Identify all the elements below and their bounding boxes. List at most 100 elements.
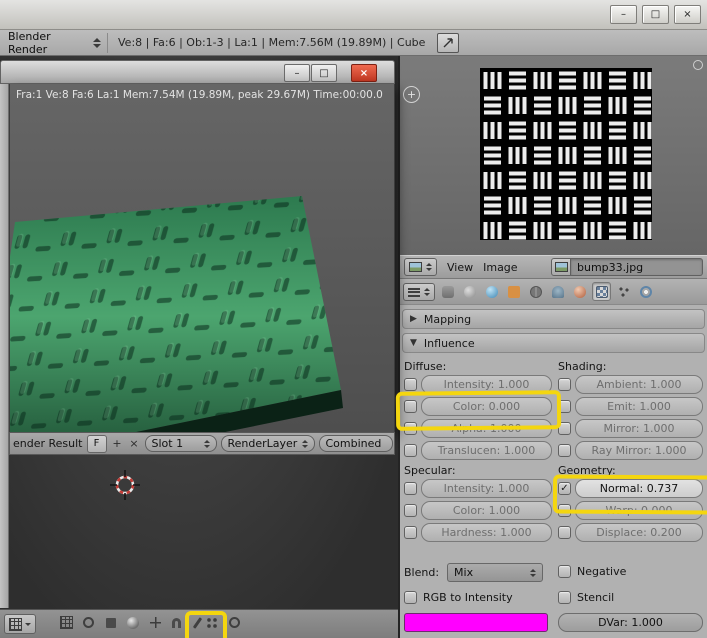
rgb-to-intensity-checkbox[interactable] [404,591,417,604]
negative-checkbox[interactable] [558,565,571,578]
fake-user-button[interactable]: F [86,434,107,453]
geometry-displace-checkbox[interactable] [558,526,571,539]
tab-constraints[interactable] [526,282,545,301]
shading-ambient-checkbox[interactable] [558,378,571,391]
stencil-row: Stencil [558,591,614,604]
specular-color-checkbox[interactable] [404,504,417,517]
blend-mode-select[interactable]: Mix [447,563,544,582]
diffuse-translucency-slider[interactable]: Translucen: 1.000 [421,441,552,460]
maximize-button[interactable]: □ [642,5,669,24]
diffuse-color-slider[interactable]: Color: 0.000 [421,397,552,416]
tab-world[interactable] [482,282,501,301]
shading-emit-checkbox[interactable] [558,400,571,413]
geometry-warp-checkbox[interactable] [558,504,571,517]
render-result-image: Fra:1 Ve:8 Fa:6 La:1 Mem:7.54M (19.89M, … [9,84,395,432]
shading-sphere-icon[interactable] [124,614,141,631]
left-panel-edge [0,84,9,608]
render-preview-icon[interactable] [203,614,220,631]
render-close-button[interactable]: × [351,64,377,82]
stencil-checkbox[interactable] [558,591,571,604]
image-editor-type-button[interactable] [404,258,437,276]
geometry-normal-checkbox[interactable]: ✓ [558,482,571,495]
shading-emit-slider[interactable]: Emit: 1.000 [575,397,703,416]
tab-render[interactable] [438,282,457,301]
editor-type-button[interactable] [4,614,36,634]
influence-panel-label: Influence [423,336,475,350]
negative-label: Negative [577,565,627,578]
snap-element-icon[interactable] [226,614,243,631]
dvar-slider[interactable]: DVar: 1.000 [558,613,703,632]
shading-ambient-slider[interactable]: Ambient: 1.000 [575,375,703,394]
render-window-titlebar[interactable]: – □ × [0,60,395,84]
influence-left-column: Diffuse: Intensity: 1.000 Color: 0.000 A… [404,353,552,545]
influence-panel-header[interactable]: ▼ Influence [402,333,705,353]
tab-material[interactable] [570,282,589,301]
mapping-panel-header[interactable]: ▶ Mapping [402,309,705,329]
image-name-field[interactable]: bump33.jpg [571,258,703,276]
texture-checker-icon [595,285,608,298]
diffuse-alpha-checkbox[interactable] [404,422,417,435]
specular-intensity-slider[interactable]: Intensity: 1.000 [421,479,552,498]
diffuse-intensity-checkbox[interactable] [404,378,417,391]
rotation-center-icon[interactable] [80,614,97,631]
diffuse-alpha-slider[interactable]: Alpha: 1.000 [421,419,552,438]
specular-color-slider[interactable]: Color: 1.000 [421,501,552,520]
geometry-warp-row: Warp: 0.000 [558,501,703,520]
geometry-section-label: Geometry: [558,464,616,477]
camera-icon [441,285,454,298]
tab-scene[interactable] [460,282,479,301]
menu-view[interactable]: View [447,261,473,274]
layers-icon[interactable] [58,614,75,631]
snap-magnet-icon[interactable] [168,614,185,631]
properties-editor-type-button[interactable] [403,282,435,301]
add-slot-icon[interactable]: + [111,437,124,450]
manipulator-icon[interactable] [147,614,164,631]
blend-color-swatch[interactable] [404,613,548,632]
render-layer-select[interactable]: RenderLayer [220,435,315,452]
geometry-displace-slider[interactable]: Displace: 0.200 [575,523,703,542]
shading-raymirror-checkbox[interactable] [558,444,571,457]
geometry-warp-slider[interactable]: Warp: 0.000 [575,501,703,520]
tab-modifiers[interactable] [548,282,567,301]
menu-image[interactable]: Image [483,261,517,274]
specular-hardness-checkbox[interactable] [404,526,417,539]
diffuse-section-label: Diffuse: [404,360,447,373]
properties-region: + View Image bump33.jpg ▶ Mapping ▼ Infl… [400,56,707,638]
panel-options-icon[interactable] [693,60,703,70]
shading-mirror-slider[interactable]: Mirror: 1.000 [575,419,703,438]
render-engine-select[interactable]: Blender Render [2,30,108,56]
render-minimize-button[interactable]: – [284,64,310,82]
particles-icon [617,285,630,298]
close-button[interactable]: × [674,5,701,24]
shading-mirror-checkbox[interactable] [558,422,571,435]
info-header: Blender Render Ve:8 | Fa:6 | Ob:1-3 | La… [0,30,707,56]
screen-layout-icon[interactable] [437,32,460,53]
pivot-icon[interactable] [102,614,119,631]
world-icon [485,285,498,298]
blend-label: Blend: [404,566,440,579]
browse-image-icon[interactable] [551,258,571,276]
geometry-normal-slider[interactable]: Normal: 0.737 [575,479,703,498]
diffuse-translucency-checkbox[interactable] [404,444,417,457]
editor-grid-icon [9,617,22,631]
minimize-button[interactable]: – [610,5,637,24]
toolshelf-expand-icon[interactable]: + [403,86,420,103]
specular-hardness-slider[interactable]: Hardness: 1.000 [421,523,552,542]
tab-physics[interactable] [636,282,655,301]
unlink-icon[interactable]: × [128,437,141,450]
render-pass-select[interactable]: Combined [318,435,393,452]
diffuse-color-checkbox[interactable] [404,400,417,413]
diffuse-intensity-slider[interactable]: Intensity: 1.000 [421,375,552,394]
render-maximize-button[interactable]: □ [311,64,337,82]
rgb-to-intensity-label: RGB to Intensity [423,591,513,604]
shading-section-label: Shading: [558,360,607,373]
specular-intensity-checkbox[interactable] [404,482,417,495]
tab-object[interactable] [504,282,523,301]
tab-texture[interactable] [592,282,611,301]
wrench-icon [551,285,564,298]
shading-raymirror-slider[interactable]: Ray Mirror: 1.000 [575,441,703,460]
influence-right-column: Shading: Ambient: 1.000 Emit: 1.000 Mirr… [558,353,703,545]
tab-particles[interactable] [614,282,633,301]
slot-select[interactable]: Slot 1 [144,435,217,452]
render-stats: Fra:1 Ve:8 Fa:6 La:1 Mem:7.54M (19.89M, … [16,89,383,101]
